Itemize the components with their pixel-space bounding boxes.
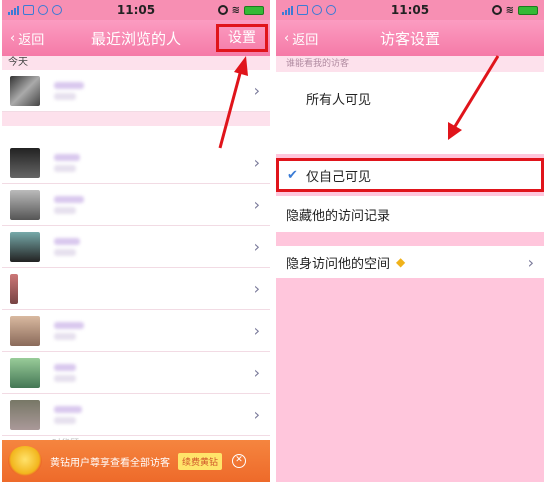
chevron-right-icon: › [253, 81, 260, 100]
avatar [10, 147, 40, 178]
status-bar: 11:05 ≋ [276, 0, 544, 20]
yellow-diamond-icon: ◆ [396, 255, 406, 269]
stealth-visit-row[interactable]: 隐身访问他的空间 ◆ › [276, 246, 544, 278]
blurred-name [54, 195, 84, 214]
avatar [10, 189, 40, 220]
chevron-left-icon: ‹ [10, 30, 16, 46]
visitor-row[interactable]: › [2, 268, 270, 310]
divider [276, 232, 544, 246]
visitor-row[interactable]: › [2, 394, 270, 436]
avatar [10, 399, 40, 430]
blurred-name [54, 81, 84, 100]
check-icon: ✔ [287, 167, 298, 183]
signal-icon [282, 5, 293, 15]
blurred-name [54, 321, 84, 340]
back-label: 返回 [18, 32, 45, 48]
blurred-name [54, 363, 76, 382]
qq-icon [326, 5, 336, 15]
visibility-caption: 谁能看我的访客 [276, 56, 544, 72]
nav-bar: ‹ 返回 最近浏览的人 设置 [2, 20, 270, 56]
settings-body: 谁能看我的访客 所有人可见 ✔ 仅自己可见 隐藏他的访问记录 隐身访问他的空间 … [276, 56, 544, 482]
wifi-icon: ≋ [231, 4, 240, 16]
back-button[interactable]: ‹ 返回 [10, 29, 44, 48]
chevron-right-icon: › [253, 279, 260, 298]
chevron-right-icon: › [253, 321, 260, 340]
avatar [10, 315, 40, 346]
avatar [10, 273, 18, 304]
qq-icon [52, 5, 62, 15]
hide-records-row[interactable]: 隐藏他的访问记录 [276, 196, 544, 232]
battery-icon [244, 5, 264, 15]
left-screen: 11:05 ≋ ‹ 返回 最近浏览的人 设置 今天 › › › › › › › … [2, 0, 270, 482]
divider [2, 112, 270, 126]
close-icon[interactable]: ✕ [232, 454, 247, 468]
settings-button[interactable]: 设置 [216, 24, 268, 52]
visitor-row[interactable]: › [2, 70, 270, 112]
chevron-left-icon: ‹ [284, 30, 290, 46]
wifi-icon: ≋ [505, 4, 514, 16]
blurred-name [54, 237, 80, 256]
option-label: 所有人可见 [306, 92, 372, 108]
blurred-name [54, 153, 80, 172]
avatar [10, 75, 40, 106]
spacer [2, 126, 270, 142]
chevron-right-icon: › [253, 195, 260, 214]
chevron-right-icon: › [527, 252, 534, 272]
qq-icon [38, 5, 48, 15]
renew-button[interactable]: 续费黄钻 [178, 452, 223, 470]
visitor-row[interactable]: › [2, 142, 270, 184]
chevron-right-icon: › [253, 237, 260, 256]
alarm-icon [217, 5, 228, 15]
banner-text: 黄钻用户尊享查看全部访客 [50, 457, 170, 469]
image-icon [23, 5, 34, 15]
option-label: 仅自己可见 [306, 169, 372, 185]
visitor-row[interactable]: › [2, 352, 270, 394]
qq-icon [312, 5, 322, 15]
battery-icon [518, 5, 538, 15]
nav-bar: ‹ 返回 访客设置 [276, 20, 544, 56]
back-label: 返回 [292, 32, 319, 48]
avatar [10, 231, 40, 262]
chevron-right-icon: › [253, 405, 260, 424]
stealth-visit-label: 隐身访问他的空间 [286, 256, 391, 272]
visitor-row[interactable]: › [2, 226, 270, 268]
visitor-row[interactable]: › [2, 310, 270, 352]
hide-records-label: 隐藏他的访问记录 [286, 208, 391, 224]
crown-icon [8, 446, 42, 476]
right-screen: 11:05 ≋ ‹ 返回 访客设置 谁能看我的访客 所有人可见 ✔ 仅自己可见 … [276, 0, 544, 482]
option-everyone[interactable]: 所有人可见 [276, 72, 544, 124]
yellow-diamond-banner[interactable]: 黄钻用户尊享查看全部访客 续费黄钻 ✕ [2, 440, 270, 482]
status-bar: 11:05 ≋ [2, 0, 270, 20]
section-today: 今天 [2, 56, 270, 70]
chevron-right-icon: › [253, 363, 260, 382]
back-button[interactable]: ‹ 返回 [284, 29, 318, 48]
avatar [10, 357, 40, 388]
spacer [276, 124, 544, 154]
blurred-name [54, 405, 82, 424]
visitor-row[interactable]: › [2, 184, 270, 226]
chevron-right-icon: › [253, 153, 260, 172]
signal-icon [8, 5, 19, 15]
option-only-me[interactable]: ✔ 仅自己可见 [276, 158, 544, 192]
alarm-icon [491, 5, 502, 15]
image-icon [297, 5, 308, 15]
